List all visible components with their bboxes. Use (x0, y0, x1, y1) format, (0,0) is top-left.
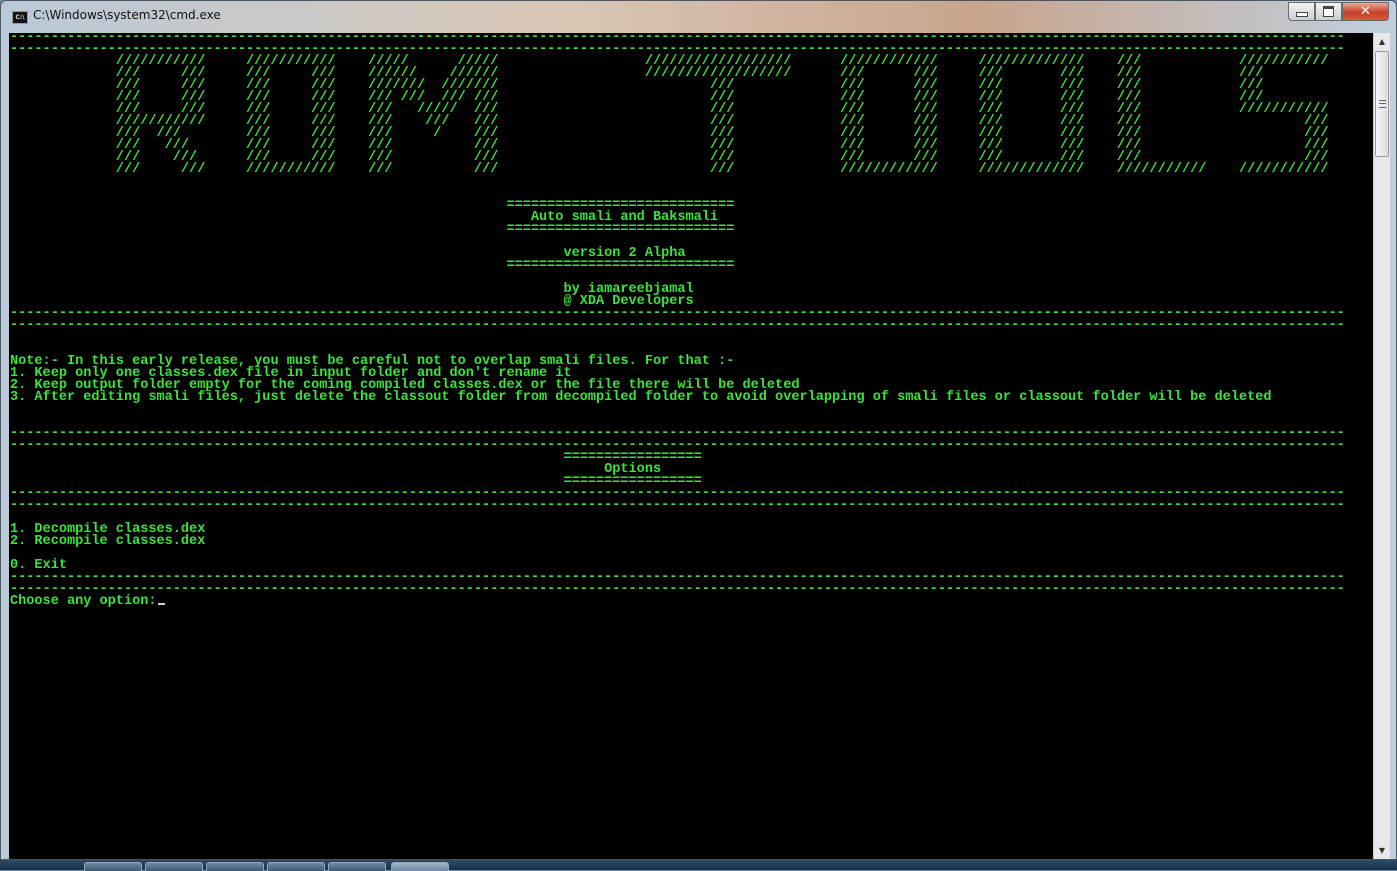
prompt-text: Choose any option: (10, 594, 157, 609)
minimize-button[interactable] (1288, 2, 1315, 21)
close-icon: ✕ (1360, 4, 1371, 19)
prompt-line[interactable]: Choose any option: (10, 594, 165, 609)
separator-line: ----------------------------------------… (10, 318, 1345, 333)
cmd-window: C:\ C:\Windows\system32\cmd.exe ✕ ------… (0, 0, 1397, 860)
title-bar[interactable]: C:\ C:\Windows\system32\cmd.exe ✕ (1, 1, 1396, 31)
banner-art-line: /// /// /////////// /// /// /// ////////… (10, 162, 1329, 177)
window-title: C:\Windows\system32\cmd.exe (33, 8, 221, 22)
maximize-icon (1323, 6, 1334, 17)
note-item: 3. After editing smali files, just delet… (10, 390, 1272, 405)
scrollbar-thumb[interactable] (1375, 51, 1389, 157)
separator-line: ----------------------------------------… (10, 582, 1345, 597)
maximize-button[interactable] (1315, 2, 1342, 21)
close-button[interactable]: ✕ (1342, 2, 1389, 21)
scroll-down-arrow-icon[interactable]: ▼ (1374, 842, 1390, 859)
separator-line: ----------------------------------------… (10, 498, 1345, 513)
console-output[interactable]: ----------------------------------------… (9, 31, 1373, 859)
taskbar (0, 860, 1397, 871)
scroll-up-arrow-icon[interactable]: ▲ (1374, 33, 1390, 50)
vertical-scrollbar[interactable]: ▲ ▼ (1373, 33, 1390, 859)
minimize-icon (1295, 12, 1308, 17)
grip-icon (1379, 100, 1386, 108)
text-cursor (157, 603, 165, 605)
header-rule: ============================ (506, 258, 735, 273)
cmd-app-icon[interactable]: C:\ (12, 11, 28, 24)
header-rule: ============================ (506, 222, 735, 237)
option-recompile: 2. Recompile classes.dex (10, 534, 206, 549)
options-rule: ================= (563, 450, 702, 465)
